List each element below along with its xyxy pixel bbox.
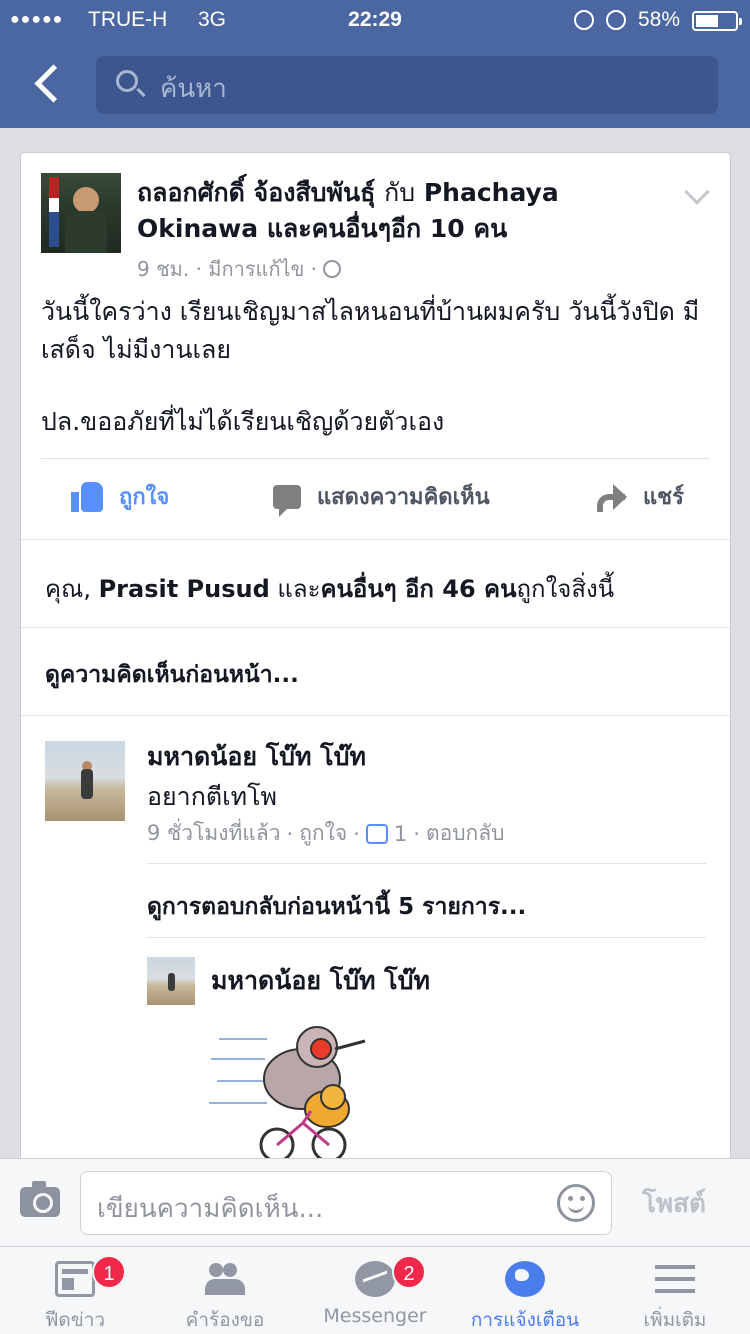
- reply-avatar[interactable]: [147, 957, 195, 1005]
- globe-icon: [505, 1261, 545, 1297]
- comment-reply-button[interactable]: ตอบกลับ: [426, 817, 505, 850]
- bottom-tab-bar: 1 ฟีดข่าว คำร้องขอ 2 Messenger การแจ้งเต…: [0, 1246, 750, 1334]
- tab-messenger[interactable]: 2 Messenger: [300, 1247, 450, 1334]
- notification-badge: 2: [392, 1255, 426, 1289]
- commenter-avatar[interactable]: [45, 741, 125, 821]
- rotation-lock-icon: [573, 10, 594, 30]
- divider: [21, 627, 730, 628]
- comment-input[interactable]: เขียนความคิดเห็น...: [80, 1171, 612, 1235]
- tab-label: ฟีดข่าว: [44, 1309, 106, 1331]
- comment-button[interactable]: แสดงความคิดเห็น: [273, 479, 490, 517]
- liker-name[interactable]: Prasit Pusud: [99, 575, 270, 603]
- messenger-icon: [355, 1261, 395, 1297]
- tab-label: Messenger: [323, 1305, 427, 1327]
- news-feed-icon: [55, 1261, 95, 1297]
- tagged-others[interactable]: และคนอื่นๆอีก 10 คน: [267, 214, 507, 243]
- tab-label: คำร้องขอ: [185, 1309, 265, 1331]
- view-previous-replies[interactable]: ดูการตอบกลับก่อนหน้านี้ 5 รายการ...: [147, 889, 526, 925]
- sticker-smiley-icon[interactable]: [557, 1184, 595, 1222]
- tab-friend-requests[interactable]: คำร้องขอ: [150, 1247, 300, 1334]
- view-previous-comments[interactable]: ดูความคิดเห็นก่อนหน้า...: [45, 657, 299, 693]
- share-icon: [595, 483, 627, 512]
- post-card: ถลอกศักดิ์ จ้องสืบพันธุ์ กับ Phachaya Ok…: [20, 152, 731, 1162]
- chevron-down-icon[interactable]: [684, 179, 710, 205]
- menu-icon: [655, 1261, 695, 1297]
- top-bar: ●●●●● TRUE-H 3G 22:29 58% ค้นหา: [0, 0, 750, 128]
- post-body: วันนี้ใครว่าง เรียนเชิญมาสไลหนอนที่บ้านผ…: [41, 293, 721, 475]
- comment-composer: เขียนความคิดเห็น... โพสต์: [0, 1158, 750, 1246]
- comment-like-count[interactable]: 1: [394, 822, 407, 846]
- comment-like-button[interactable]: ถูกใจ: [299, 817, 347, 850]
- likes-summary[interactable]: คุณ, Prasit Pusud และคนอื่นๆ อีก 46 คนถู…: [45, 569, 614, 608]
- post-meta: 9 ชม. · มีการแก้ไข ·: [137, 253, 342, 285]
- cartoon-sticker: [209, 1026, 366, 1162]
- globe-icon: [323, 260, 342, 278]
- share-button[interactable]: แชร์: [595, 479, 684, 514]
- divider: [21, 715, 730, 716]
- post-header: ถลอกศักดิ์ จ้องสืบพันธุ์ กับ Phachaya Ok…: [137, 175, 607, 247]
- tab-notifications[interactable]: การแจ้งเตือน: [450, 1247, 600, 1334]
- like-button[interactable]: ถูกใจ: [71, 479, 169, 514]
- comment-label: แสดงความคิดเห็น: [317, 485, 490, 510]
- search-placeholder: ค้นหา: [160, 74, 227, 104]
- divider: [147, 863, 706, 864]
- alarm-icon: [605, 10, 626, 30]
- comment-placeholder: เขียนความคิดเห็น...: [97, 1194, 324, 1224]
- camera-icon[interactable]: [20, 1181, 60, 1217]
- thumbs-up-icon: [365, 823, 388, 844]
- post-text-line: ปล.ขออภัยที่ไม่ได้เรียนเชิญด้วยตัวเอง: [41, 407, 445, 436]
- like-label: ถูกใจ: [119, 485, 170, 510]
- back-button[interactable]: [30, 62, 70, 106]
- edited-label[interactable]: มีการแก้ไข: [208, 257, 304, 281]
- tab-more[interactable]: เพิ่มเติม: [600, 1247, 750, 1334]
- post-time[interactable]: 9 ชม.: [137, 257, 189, 281]
- divider: [21, 539, 730, 540]
- notification-badge: 1: [92, 1255, 126, 1289]
- search-input[interactable]: ค้นหา: [96, 56, 718, 114]
- author-avatar[interactable]: [41, 173, 121, 253]
- post-actions: ถูกใจ แสดงความคิดเห็น แชร์: [21, 459, 730, 539]
- tab-news-feed[interactable]: 1 ฟีดข่าว: [0, 1247, 150, 1334]
- post-text-line: วันนี้ใครว่าง เรียนเชิญมาสไลหนอนที่บ้านผ…: [41, 297, 700, 364]
- battery-percent: 58%: [637, 8, 680, 31]
- divider: [147, 937, 706, 938]
- thumbs-up-icon: [71, 481, 103, 512]
- search-icon: [116, 70, 138, 92]
- comment-icon: [273, 484, 301, 517]
- tab-label: เพิ่มเติม: [643, 1309, 707, 1331]
- comment-meta: 9 ชั่วโมงที่แล้ว · ถูกใจ · 1 · ตอบกลับ: [147, 817, 504, 850]
- commenter-name[interactable]: มหาดน้อย โบ๊ท โบ๊ท: [147, 737, 366, 777]
- comment-text: อยากตีเทโพ: [147, 782, 278, 811]
- likers-others[interactable]: คนอื่นๆ อีก 46 คน: [320, 575, 516, 603]
- post-comment-button[interactable]: โพสต์: [642, 1183, 706, 1224]
- comment-time: 9 ชั่วโมงที่แล้ว: [147, 821, 281, 845]
- status-icons: 58%: [573, 8, 680, 32]
- status-bar: ●●●●● TRUE-H 3G 22:29 58%: [0, 0, 750, 40]
- with-word: กับ: [384, 178, 416, 207]
- battery-icon: [692, 11, 742, 31]
- share-label: แชร์: [643, 485, 684, 510]
- friend-requests-icon: [205, 1261, 245, 1297]
- tab-label: การแจ้งเตือน: [470, 1309, 580, 1331]
- reply-author-name[interactable]: มหาดน้อย โบ๊ท โบ๊ท: [211, 961, 430, 1001]
- author-name[interactable]: ถลอกศักดิ์ จ้องสืบพันธุ์: [137, 178, 375, 207]
